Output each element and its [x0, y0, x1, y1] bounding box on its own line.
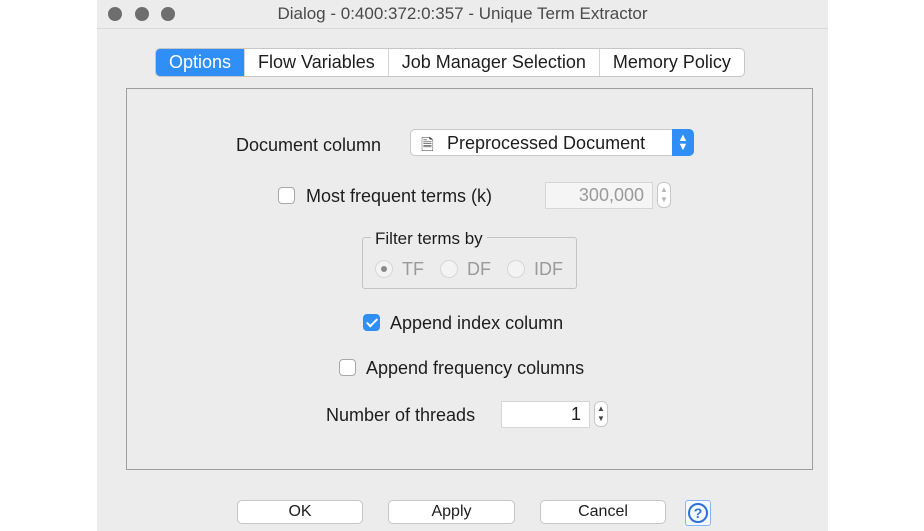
filter-terms-label: Filter terms by [371, 229, 487, 249]
options-panel: Document column 🗎 Preprocessed Document … [126, 88, 813, 470]
chevron-up-down-icon: ▲ ▼ [672, 129, 694, 156]
document-column-value: Preprocessed Document [447, 133, 646, 153]
title-bar[interactable]: Dialog - 0:400:372:0:357 - Unique Term E… [97, 0, 828, 29]
tab-memory-policy[interactable]: Memory Policy [598, 49, 744, 76]
window-title: Dialog - 0:400:372:0:357 - Unique Term E… [277, 4, 648, 23]
tab-job-manager-selection[interactable]: Job Manager Selection [387, 49, 599, 76]
dialog-window: Dialog - 0:400:372:0:357 - Unique Term E… [97, 0, 828, 531]
number-of-threads-input[interactable]: 1 [501, 401, 590, 428]
append-frequency-columns-label: Append frequency columns [366, 358, 585, 378]
tab-bar: Options Flow Variables Job Manager Selec… [155, 48, 745, 77]
number-of-threads-stepper[interactable]: ▲ ▼ [594, 401, 608, 427]
help-icon: ? [688, 503, 708, 523]
filter-tf-label: TF [402, 259, 424, 279]
tab-options[interactable]: Options [156, 49, 245, 76]
append-frequency-columns-checkbox[interactable] [339, 359, 356, 376]
cancel-button[interactable]: Cancel [540, 500, 666, 524]
most-frequent-terms-input[interactable]: 300,000 [545, 182, 653, 209]
document-icon: 🗎 [421, 137, 434, 154]
number-of-threads-label: Number of threads [326, 405, 476, 425]
filter-df-label: DF [467, 259, 491, 279]
tab-flow-variables[interactable]: Flow Variables [244, 49, 388, 76]
append-index-column-label: Append index column [390, 313, 564, 333]
document-column-select[interactable]: 🗎 Preprocessed Document ▲ ▼ [410, 129, 694, 156]
most-frequent-terms-checkbox[interactable] [278, 187, 295, 204]
ok-button[interactable]: OK [237, 500, 363, 524]
document-column-label: Document column [236, 135, 382, 155]
most-frequent-terms-stepper[interactable]: ▲ ▼ [657, 182, 671, 208]
apply-button[interactable]: Apply [388, 500, 515, 524]
append-index-column-checkbox[interactable] [363, 314, 380, 331]
filter-tf-radio[interactable] [375, 260, 393, 278]
filter-idf-label: IDF [534, 259, 563, 279]
filter-idf-radio[interactable] [507, 260, 525, 278]
help-button[interactable]: ? [685, 500, 711, 526]
filter-df-radio[interactable] [440, 260, 458, 278]
most-frequent-terms-label: Most frequent terms (k) [306, 186, 493, 206]
